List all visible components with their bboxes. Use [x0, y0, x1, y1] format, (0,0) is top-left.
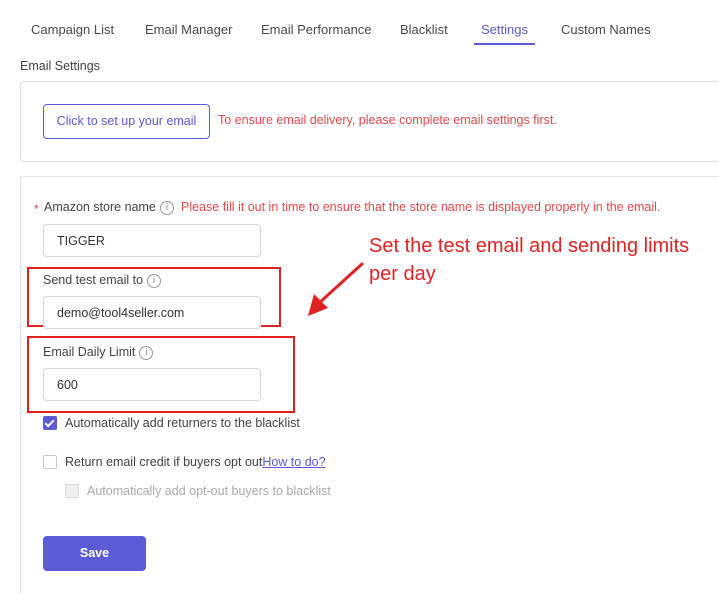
- test-email-label-text: Send test email to: [43, 273, 144, 287]
- annotation-text: Set the test email and sending limits pe…: [369, 235, 690, 285]
- annotation-arrow-icon: [308, 262, 364, 316]
- tab-bar: Campaign List Email Manager Email Perfor…: [0, 0, 719, 48]
- daily-limit-input[interactable]: [43, 368, 261, 401]
- daily-limit-label: Email Daily Limit i: [43, 345, 154, 360]
- store-name-input[interactable]: [43, 224, 261, 257]
- check-icon: [44, 417, 55, 428]
- tab-settings[interactable]: Settings: [481, 22, 528, 37]
- return-credit-label-text: Return email credit if buyers opt out: [65, 455, 263, 469]
- auto-blacklist-optout-label: Automatically add opt-out buyers to blac…: [87, 484, 331, 498]
- setup-email-button[interactable]: Click to set up your email: [43, 104, 210, 139]
- auto-blacklist-optout-checkbox[interactable]: [65, 484, 79, 498]
- active-tab-indicator: [474, 43, 535, 45]
- section-title-email-settings: Email Settings: [20, 59, 100, 73]
- save-button[interactable]: Save: [43, 536, 146, 571]
- info-icon[interactable]: i: [139, 345, 154, 360]
- tab-blacklist[interactable]: Blacklist: [400, 22, 448, 37]
- test-email-label: Send test email to i: [43, 273, 162, 288]
- info-icon[interactable]: i: [147, 273, 162, 288]
- test-email-input[interactable]: [43, 296, 261, 329]
- setup-warning-text: To ensure email delivery, please complet…: [218, 113, 557, 127]
- return-credit-label: Return email credit if buyers opt outHow…: [65, 455, 326, 469]
- how-to-do-link[interactable]: How to do?: [262, 455, 325, 469]
- required-marker: *: [34, 202, 39, 216]
- tab-email-manager[interactable]: Email Manager: [145, 22, 232, 37]
- auto-blacklist-returners-label: Automatically add returners to the black…: [65, 416, 300, 430]
- store-name-hint: Please fill it out in time to ensure tha…: [181, 200, 661, 214]
- info-icon[interactable]: i: [159, 200, 174, 215]
- auto-blacklist-returners-checkbox[interactable]: [43, 416, 57, 430]
- return-credit-checkbox[interactable]: [43, 455, 57, 469]
- tab-email-performance[interactable]: Email Performance: [261, 22, 372, 37]
- tab-custom-names[interactable]: Custom Names: [561, 22, 651, 37]
- store-name-label-text: Amazon store name: [44, 200, 156, 214]
- store-name-label: Amazon store name i: [44, 200, 174, 215]
- tab-campaign-list[interactable]: Campaign List: [31, 22, 114, 37]
- daily-limit-label-text: Email Daily Limit: [43, 345, 136, 359]
